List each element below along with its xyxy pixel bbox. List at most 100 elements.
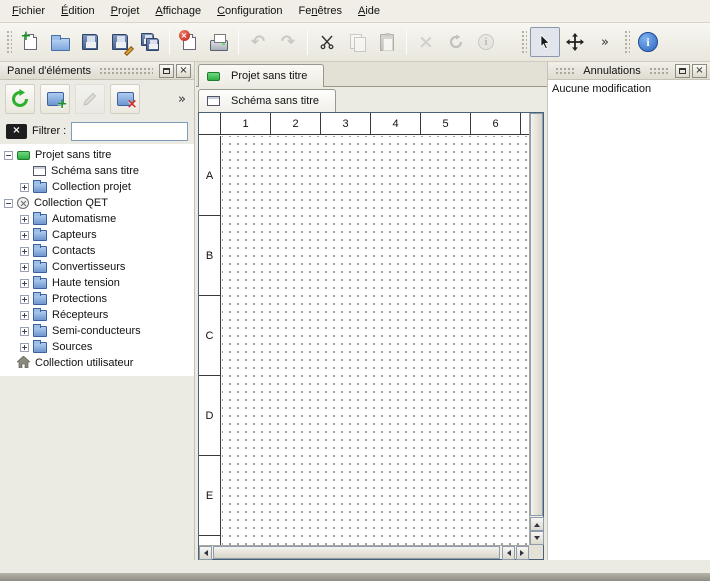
panel-overflow-button[interactable] — [178, 93, 189, 106]
undo-icon — [251, 34, 265, 51]
menu-edition[interactable]: Édition — [53, 1, 103, 21]
dock-drag-grip[interactable] — [99, 67, 153, 75]
tree-item-contacts[interactable]: Contacts — [0, 243, 194, 259]
rotate-button[interactable] — [441, 27, 471, 57]
new-document-button[interactable]: + — [15, 27, 45, 57]
new-category-button[interactable] — [40, 84, 70, 114]
schema-icon — [33, 166, 46, 176]
delete-category-icon — [117, 92, 134, 106]
collapse-expander-icon[interactable] — [4, 151, 13, 160]
filter-input[interactable] — [71, 122, 188, 141]
tree-item-automatisme[interactable]: Automatisme — [0, 211, 194, 227]
expand-expander-icon[interactable] — [20, 247, 29, 256]
tree-item-convertisseurs[interactable]: Convertisseurs — [0, 259, 194, 275]
float-panel-button[interactable] — [675, 64, 690, 78]
expand-expander-icon[interactable] — [20, 279, 29, 288]
dock-drag-grip[interactable] — [555, 67, 575, 75]
about-info-button[interactable] — [633, 27, 663, 57]
expand-expander-icon[interactable] — [20, 327, 29, 336]
close-panel-button[interactable] — [692, 64, 707, 78]
select-tool-button[interactable] — [530, 27, 560, 57]
clear-filter-button[interactable] — [6, 124, 27, 139]
tree-item-project[interactable]: Projet sans titre — [0, 147, 194, 163]
tree-item-capteurs[interactable]: Capteurs — [0, 227, 194, 243]
horizontal-scrollbar-thumb[interactable] — [213, 546, 500, 559]
menu-affichage[interactable]: Affichage — [147, 1, 209, 21]
tree-item-label: Protections — [52, 293, 107, 305]
undo-panel-titlebar[interactable]: Annulations — [548, 62, 710, 80]
column-label: 1 — [221, 113, 271, 134]
horizontal-scrollbar[interactable] — [199, 545, 529, 559]
save-button[interactable] — [75, 27, 105, 57]
folder-icon — [33, 310, 47, 321]
menu-projet[interactable]: Projet — [103, 1, 148, 21]
row-label: E — [199, 456, 220, 536]
elements-panel-titlebar[interactable]: Panel d'éléments — [0, 62, 194, 80]
edit-category-button[interactable] — [75, 84, 105, 114]
tree-item-sources[interactable]: Sources — [0, 339, 194, 355]
redo-button[interactable] — [273, 27, 303, 57]
close-document-button[interactable]: × — [174, 27, 204, 57]
tree-item-label: Convertisseurs — [52, 261, 125, 273]
toolbar-drag-handle[interactable] — [5, 29, 12, 55]
float-panel-button[interactable] — [159, 64, 174, 78]
folder-icon — [33, 262, 47, 273]
delete-category-button[interactable] — [110, 84, 140, 114]
toolbar-drag-handle[interactable] — [520, 29, 527, 55]
tree-item-protections[interactable]: Protections — [0, 291, 194, 307]
toolbar-separator — [406, 29, 407, 55]
scroll-down-button[interactable] — [530, 531, 544, 545]
close-panel-button[interactable] — [176, 64, 191, 78]
undo-button[interactable] — [243, 27, 273, 57]
expand-expander-icon[interactable] — [20, 231, 29, 240]
toolbar-overflow-button[interactable] — [590, 27, 620, 57]
tree-item-collection-projet[interactable]: Collection projet — [0, 179, 194, 195]
scroll-left-button[interactable] — [199, 546, 212, 560]
folder-icon — [33, 214, 47, 225]
scroll-left-button[interactable] — [502, 546, 515, 560]
tree-item-schema[interactable]: Schéma sans titre — [0, 163, 194, 179]
delete-button[interactable] — [411, 27, 441, 57]
cut-button[interactable] — [312, 27, 342, 57]
save-all-button[interactable] — [135, 27, 165, 57]
open-document-button[interactable] — [45, 27, 75, 57]
paste-button[interactable] — [372, 27, 402, 57]
menu-fenetres[interactable]: Fenêtres — [291, 1, 350, 21]
toolbar-drag-handle[interactable] — [623, 29, 630, 55]
expand-expander-icon[interactable] — [20, 183, 29, 192]
menu-fichier[interactable]: Fichier — [4, 1, 53, 21]
collapse-expander-icon[interactable] — [4, 199, 13, 208]
vertical-scrollbar-thumb[interactable] — [530, 113, 543, 516]
schema-canvas[interactable] — [222, 136, 529, 545]
tree-item-collection-utilisateur[interactable]: Collection utilisateur — [0, 355, 194, 371]
expand-expander-icon[interactable] — [20, 263, 29, 272]
project-tab-icon — [207, 72, 220, 81]
expand-expander-icon[interactable] — [20, 343, 29, 352]
print-button[interactable] — [204, 27, 234, 57]
new-category-icon — [47, 92, 64, 106]
dock-drag-grip[interactable] — [649, 67, 669, 75]
element-info-button[interactable] — [471, 27, 501, 57]
save-as-button[interactable] — [105, 27, 135, 57]
column-label: 5 — [421, 113, 471, 134]
expand-expander-icon[interactable] — [20, 295, 29, 304]
vertical-scrollbar[interactable] — [529, 113, 543, 545]
schema-tab[interactable]: Schéma sans titre — [198, 89, 336, 112]
expand-expander-icon[interactable] — [20, 311, 29, 320]
undo-history-list[interactable]: Aucune modification — [548, 80, 710, 560]
copy-button[interactable] — [342, 27, 372, 57]
reload-collections-button[interactable] — [5, 84, 35, 114]
tree-item-collection-qet[interactable]: Collection QET — [0, 195, 194, 211]
tree-item-recepteurs[interactable]: Récepteurs — [0, 307, 194, 323]
elements-panel: Panel d'éléments Filtrer : — [0, 62, 195, 560]
scroll-up-button[interactable] — [530, 517, 544, 531]
tree-item-haute-tension[interactable]: Haute tension — [0, 275, 194, 291]
scrollbar-corner — [529, 545, 543, 559]
project-tab[interactable]: Projet sans titre — [198, 64, 324, 87]
menu-configuration[interactable]: Configuration — [209, 1, 290, 21]
tree-item-semi-conducteurs[interactable]: Semi-conducteurs — [0, 323, 194, 339]
menu-aide[interactable]: Aide — [350, 1, 388, 21]
scroll-right-button[interactable] — [516, 546, 529, 560]
move-tool-button[interactable] — [560, 27, 590, 57]
expand-expander-icon[interactable] — [20, 215, 29, 224]
